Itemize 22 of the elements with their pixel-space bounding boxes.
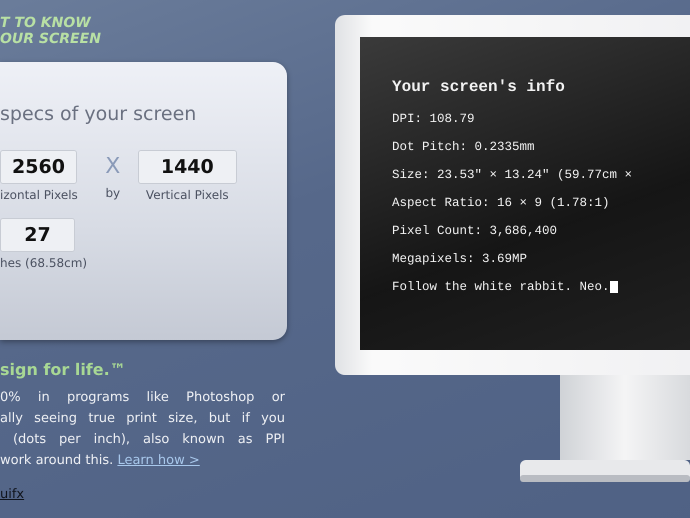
description-paragraph: 0% in programs like Photoshop or ally seeing true print size, but if you (dots per inch), also known as PPI work around this. Learn how > — [0, 389, 285, 470]
tagline: sign for life.™ — [0, 359, 127, 381]
info-line: DPI: 108.79 — [392, 111, 475, 128]
header-title: T TO KNOW — [0, 15, 92, 31]
text-cursor — [610, 281, 618, 293]
info-line: Aspect Ratio: 16 × 9 (1.78:1) — [392, 195, 610, 212]
header-title: OUR SCREEN — [0, 31, 102, 47]
field-label: Vertical Pixels — [146, 187, 229, 204]
info-line: Megapixels: 3.69MP — [392, 251, 528, 268]
by-label: by — [105, 185, 120, 202]
panel-title: specs of your screen — [0, 102, 198, 126]
info-line: Size: 23.53" × 13.24" (59.77cm × — [392, 167, 632, 184]
number-field[interactable]: 27 — [0, 218, 75, 252]
number-field[interactable]: 2560 — [0, 150, 77, 184]
info-line: Dot Pitch: 0.2335mm — [392, 139, 535, 156]
field-label: hes (68.58cm) — [0, 255, 88, 272]
screen-title: Your screen′s info — [392, 77, 566, 97]
number-field[interactable]: 1440 — [138, 150, 237, 184]
info-line: Pixel Count: 3,686,400 — [392, 223, 558, 240]
times-symbol: X — [105, 153, 120, 181]
info-line: Follow the white rabbit. Neo. — [392, 279, 610, 296]
field-label: izontal Pixels — [0, 187, 78, 204]
